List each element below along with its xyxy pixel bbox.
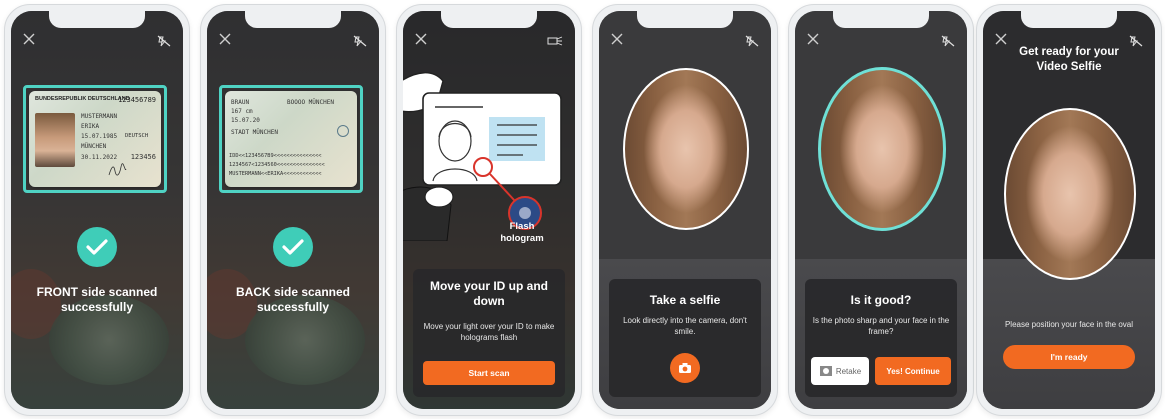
retake-button[interactable]: Retake (811, 357, 869, 385)
screen-title: Get ready for your Video Selfie (1019, 46, 1119, 73)
hologram-label: Flash hologram (500, 221, 544, 244)
instruction-panel: Move your ID up and down Move your light… (413, 269, 565, 397)
face-guide-ring (1004, 108, 1136, 280)
panel-title: Move your ID up and down (429, 279, 548, 308)
overlay (207, 11, 379, 409)
notch (49, 11, 145, 28)
phone-hologram-scan: Flash hologram Move your ID up and down … (396, 4, 582, 416)
instruction-text: Please position your face in the oval (1004, 320, 1134, 329)
notch (245, 11, 341, 28)
overlay (11, 11, 183, 409)
capture-button[interactable] (670, 353, 700, 383)
screen: Is it good? Is the photo sharp and your … (795, 11, 967, 409)
phone-back-scan: BRAUN BOOOO MÜNCHEN 167 cm 15.07.20 STAD… (200, 4, 386, 416)
close-icon[interactable] (23, 33, 35, 45)
close-icon[interactable] (995, 33, 1007, 45)
retake-label: Retake (835, 366, 862, 376)
panel-subtitle: Look directly into the camera, don't smi… (623, 316, 747, 336)
notch (441, 11, 537, 28)
notch (1021, 11, 1117, 28)
notch (637, 11, 733, 28)
scan-status-text: BACK side scanned successfully (235, 285, 351, 314)
panel-title: Take a selfie (649, 293, 721, 307)
phone-front-scan: BUNDESREPUBLIK DEUTSCHLAND 123456789 MUS… (4, 4, 190, 416)
panel-subtitle: Is the photo sharp and your face in the … (812, 316, 950, 336)
scan-status-text: FRONT side scanned successfully (36, 285, 158, 314)
screen: BRAUN BOOOO MÜNCHEN 167 cm 15.07.20 STAD… (207, 11, 379, 409)
instruction-panel: Take a selfie Look directly into the cam… (609, 279, 761, 397)
close-icon[interactable] (415, 33, 427, 45)
hologram-illustration (403, 72, 562, 241)
screen: BUNDESREPUBLIK DEUTSCHLAND 123456789 MUS… (11, 11, 183, 409)
flash-off-icon[interactable] (353, 35, 367, 47)
phone-review: Is it good? Is the photo sharp and your … (788, 4, 974, 416)
im-ready-button[interactable]: I'm ready (1003, 345, 1135, 369)
checkmark-icon (282, 239, 304, 255)
scan-frame (23, 85, 167, 193)
phone-video-selfie: Get ready for your Video Selfie Please p… (976, 4, 1162, 416)
screen: Get ready for your Video Selfie Please p… (983, 11, 1155, 409)
flash-off-icon[interactable] (157, 35, 171, 47)
notch (833, 11, 929, 28)
screen: Take a selfie Look directly into the cam… (599, 11, 771, 409)
face-guide-ring (818, 67, 946, 231)
close-icon[interactable] (807, 33, 819, 45)
flash-on-icon[interactable] (547, 35, 563, 47)
close-icon[interactable] (611, 33, 623, 45)
success-badge (273, 227, 313, 267)
review-panel: Is it good? Is the photo sharp and your … (805, 279, 957, 397)
start-scan-button[interactable]: Start scan (423, 361, 555, 385)
face-guide-ring (623, 68, 749, 230)
close-icon[interactable] (219, 33, 231, 45)
success-badge (77, 227, 117, 267)
onboarding-screens: BUNDESREPUBLIK DEUTSCHLAND 123456789 MUS… (0, 0, 1165, 419)
flash-off-icon[interactable] (745, 35, 759, 47)
checkmark-icon (86, 239, 108, 255)
panel-title: Is it good? (850, 293, 912, 307)
screen: Flash hologram Move your ID up and down … (403, 11, 575, 409)
phone-selfie: Take a selfie Look directly into the cam… (592, 4, 778, 416)
flash-off-icon[interactable] (941, 35, 955, 47)
continue-button[interactable]: Yes! Continue (875, 357, 951, 385)
panel-subtitle: Move your light over your ID to make hol… (423, 322, 555, 342)
retake-icon (819, 366, 832, 376)
person-body (983, 259, 1155, 409)
camera-icon (679, 363, 691, 373)
flash-off-icon[interactable] (1129, 35, 1143, 47)
scan-frame (219, 85, 363, 193)
